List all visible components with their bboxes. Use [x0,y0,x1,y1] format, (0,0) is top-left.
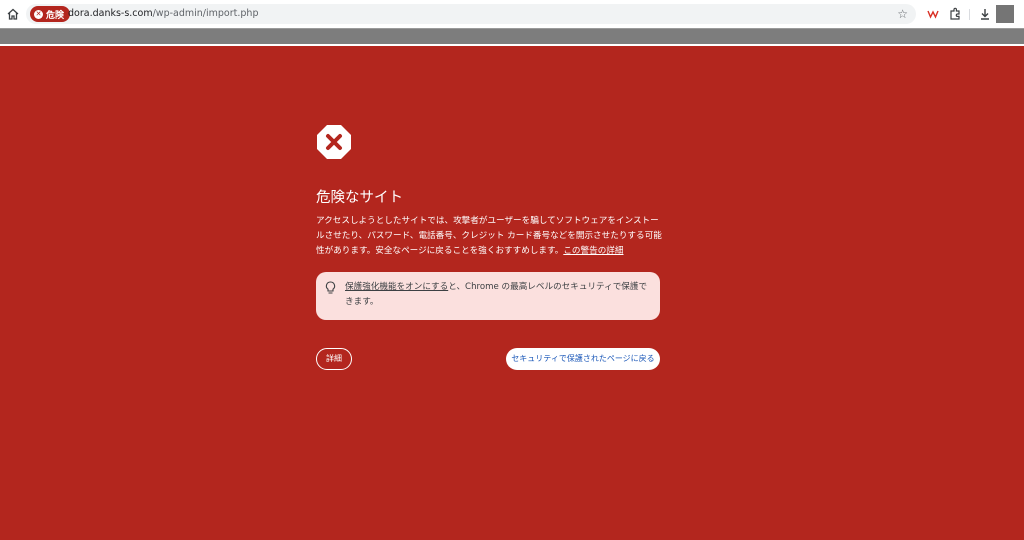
details-button[interactable]: 詳細 [316,348,352,370]
divider [0,44,1024,46]
url-path: /wp-admin/import.php [152,8,259,19]
lightbulb-icon [325,281,336,294]
security-chip[interactable]: ✕ 危険 [30,6,71,22]
toolbar-divider [969,9,970,20]
star-icon[interactable]: ☆ [897,7,908,21]
page-title: 危険なサイト [316,190,403,206]
enhanced-protection-tip: 保護強化機能をオンにすると、Chrome の最高レベルのセキュリティで保護できま… [316,272,660,320]
puzzle-extensions-icon[interactable] [948,7,962,21]
warning-body: アクセスしようとしたサイトでは、攻撃者がユーザーを騙してソフトウェアをインストー… [316,214,662,259]
security-chip-label: 危険 [46,10,65,21]
details-link[interactable]: この警告の詳細 [563,246,623,256]
tip-text: 保護強化機能をオンにすると、Chrome の最高レベルのセキュリティで保護できま… [345,280,653,310]
danger-icon: ✕ [34,9,43,19]
back-to-safety-button[interactable]: セキュリティで保護されたページに戻る [506,348,660,370]
browser-toolbar: ✕ 危険 dora.danks-s.com/wp-admin/import.ph… [0,0,1024,28]
url-text[interactable]: dora.danks-s.com/wp-admin/import.php [68,8,258,19]
home-icon[interactable] [6,7,20,21]
url-domain: dora.danks-s.com [68,8,153,19]
address-bar[interactable]: ✕ 危険 dora.danks-s.com/wp-admin/import.ph… [26,4,916,24]
enhanced-protection-link[interactable]: 保護強化機能をオンにする [345,282,448,292]
red-octagon-x-icon [317,125,351,159]
download-icon[interactable] [978,7,992,21]
profile-icon[interactable] [996,5,1014,23]
bookmarks-bar [0,28,1024,45]
extension-w-icon[interactable] [926,7,940,21]
